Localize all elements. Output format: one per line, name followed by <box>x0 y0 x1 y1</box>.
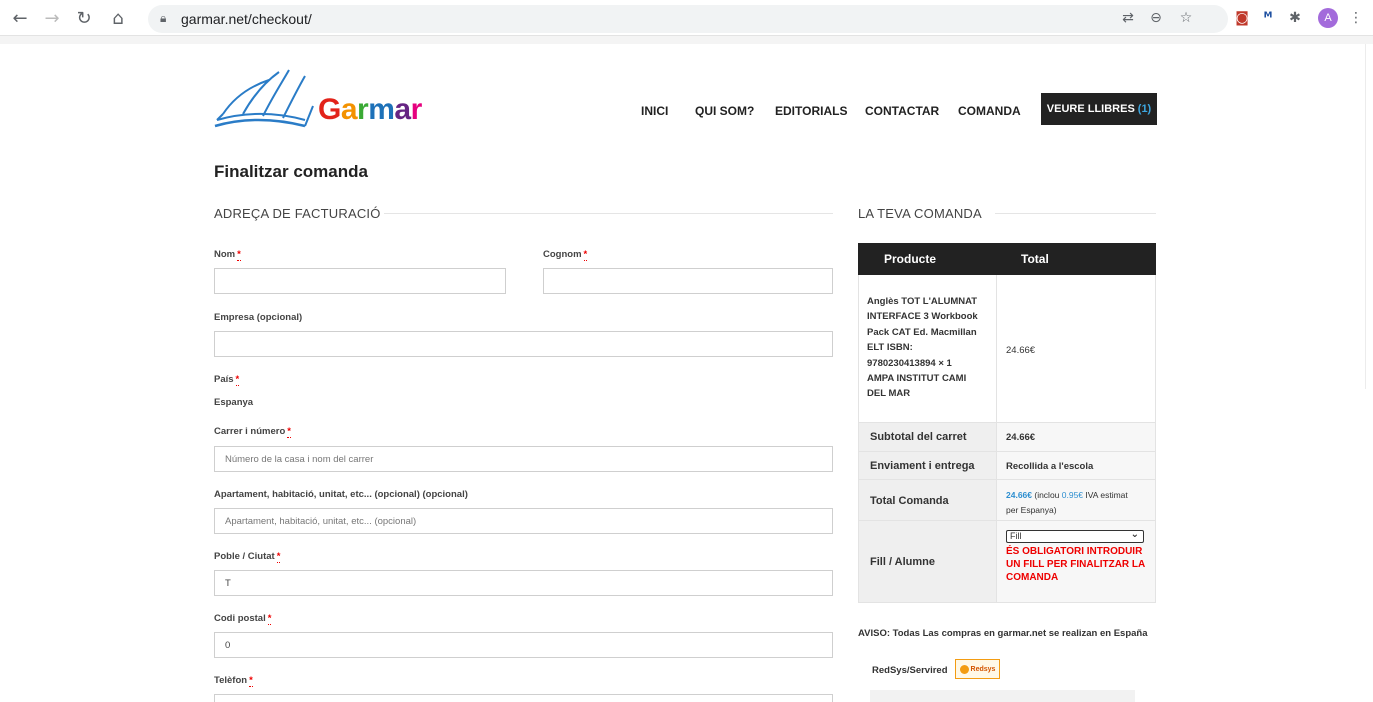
page-title: Finalitzar comanda <box>214 162 368 181</box>
nav-comanda[interactable]: COMANDA <box>958 104 1021 118</box>
pais-label: País * <box>214 374 240 386</box>
poble-input[interactable]: T <box>214 570 833 596</box>
pais-value: Espanya <box>214 397 254 408</box>
page-scrollbar[interactable] <box>1365 44 1373 389</box>
poble-label: Poble / Ciutat * <box>214 551 281 563</box>
brand-letter: a <box>340 93 358 126</box>
cognom-label: Cognom * <box>543 249 588 261</box>
fill-label: Fill / Alumne <box>870 556 935 568</box>
shipping-value: Recollida a l'escola <box>1006 461 1094 472</box>
lock-icon: 🔒︎ <box>160 11 167 25</box>
col-producte: Producte <box>884 252 937 266</box>
product-name: Anglès TOT L'ALUMNAT INTERFACE 3 Workboo… <box>867 296 978 400</box>
nav-inici[interactable]: INICI <box>641 104 668 118</box>
redsys-logo-icon: Redsys <box>955 659 1000 679</box>
total-label: Total Comanda <box>870 495 949 507</box>
forward-arrow-icon[interactable]: → <box>40 6 64 30</box>
carrer-label: Carrer i número * <box>214 426 291 438</box>
chevron-down-icon: ⌄ <box>1130 529 1139 540</box>
pocket-icon[interactable]: ◙ <box>1232 8 1252 28</box>
address-bar[interactable]: 🔒︎ garmar.net/checkout/ <box>148 5 1228 33</box>
brand-letter: G <box>318 93 341 126</box>
nav-editorials[interactable]: EDITORIALS <box>775 104 847 118</box>
cart-count: (1) <box>1137 103 1152 115</box>
nav-qui-som[interactable]: QUI SOM? <box>695 104 754 118</box>
apartament-input[interactable]: Apartament, habitació, unitat, etc... (o… <box>214 508 833 534</box>
extensions-icon[interactable]: ✱ <box>1285 8 1305 28</box>
tax-value: 0.95€ <box>1061 490 1084 500</box>
url-text: garmar.net/checkout/ <box>181 11 312 27</box>
cognom-input[interactable] <box>543 268 833 294</box>
billing-divider <box>384 213 833 214</box>
col-total: Total <box>1021 252 1049 266</box>
order-divider <box>995 213 1156 214</box>
carrer-input[interactable]: Número de la casa i nom del carrer <box>214 446 833 472</box>
order-table-header: Producte Total <box>858 243 1156 275</box>
telefon-input[interactable] <box>214 694 833 702</box>
reload-icon[interactable]: ↻ <box>72 6 96 30</box>
empresa-input[interactable] <box>214 331 833 357</box>
total-value-block: 24.66€ (inclou 0.95€ IVA estimat per Esp… <box>1006 490 1128 515</box>
movistar-icon[interactable]: ᴹ <box>1258 8 1278 28</box>
payment-box <box>870 690 1135 702</box>
star-icon[interactable]: ☆ <box>1176 8 1196 28</box>
translate-icon[interactable]: ⇄ <box>1118 8 1138 28</box>
nom-input[interactable] <box>214 268 506 294</box>
page-top-strip <box>0 36 1373 44</box>
shipping-label: Enviament i entrega <box>870 460 975 472</box>
home-icon[interactable]: ⌂ <box>106 6 130 30</box>
fill-select-value: Fill <box>1010 531 1022 541</box>
brand-letter: r <box>357 93 369 126</box>
payment-method-label[interactable]: RedSys/Servired <box>872 665 948 676</box>
telefon-label: Telèfon * <box>214 675 253 687</box>
fill-select[interactable]: Fill ⌄ <box>1006 529 1144 543</box>
browser-toolbar: ← → ↻ ⌂ 🔒︎ garmar.net/checkout/ ⇄ ⊖ ☆ ◙ … <box>0 0 1373 36</box>
brand-letter: a <box>394 93 411 126</box>
nav-contactar[interactable]: CONTACTAR <box>865 104 939 118</box>
menu-dots-icon[interactable]: ⋮ <box>1346 8 1366 28</box>
brand-letter: r <box>410 93 423 126</box>
codi-postal-input[interactable]: 0 <box>214 632 833 658</box>
subtotal-value: 24.66€ <box>1006 432 1036 443</box>
view-cart-button[interactable]: VEURE LLIBRES (1) <box>1041 93 1157 125</box>
back-arrow-icon[interactable]: ← <box>8 6 32 30</box>
nom-label: Nom * <box>214 249 241 261</box>
apartament-label: Apartament, habitació, unitat, etc... (o… <box>214 489 468 500</box>
fill-error-message: ÉS OBLIGATORI INTRODUIR UN FILL PER FINA… <box>1006 546 1146 583</box>
total-value: 24.66€ <box>1006 490 1032 500</box>
profile-avatar[interactable]: A <box>1318 8 1338 28</box>
brand-wordmark[interactable]: Garmar <box>318 93 422 127</box>
codi-postal-label: Codi postal * <box>214 613 272 625</box>
order-section-title: LA TEVA COMANDA <box>858 206 982 221</box>
empresa-label: Empresa (opcional) <box>214 312 303 323</box>
subtotal-label: Subtotal del carret <box>870 431 967 443</box>
billing-section-title: ADREÇA DE FACTURACIÓ <box>214 206 381 221</box>
cart-label: VEURE LLIBRES <box>1046 103 1135 115</box>
product-total: 24.66€ <box>1006 345 1036 356</box>
zoom-icon[interactable]: ⊖ <box>1146 8 1166 28</box>
brand-letter: m <box>368 93 395 126</box>
aviso-notice: AVISO: Todas Las compras en garmar.net s… <box>858 628 1148 639</box>
